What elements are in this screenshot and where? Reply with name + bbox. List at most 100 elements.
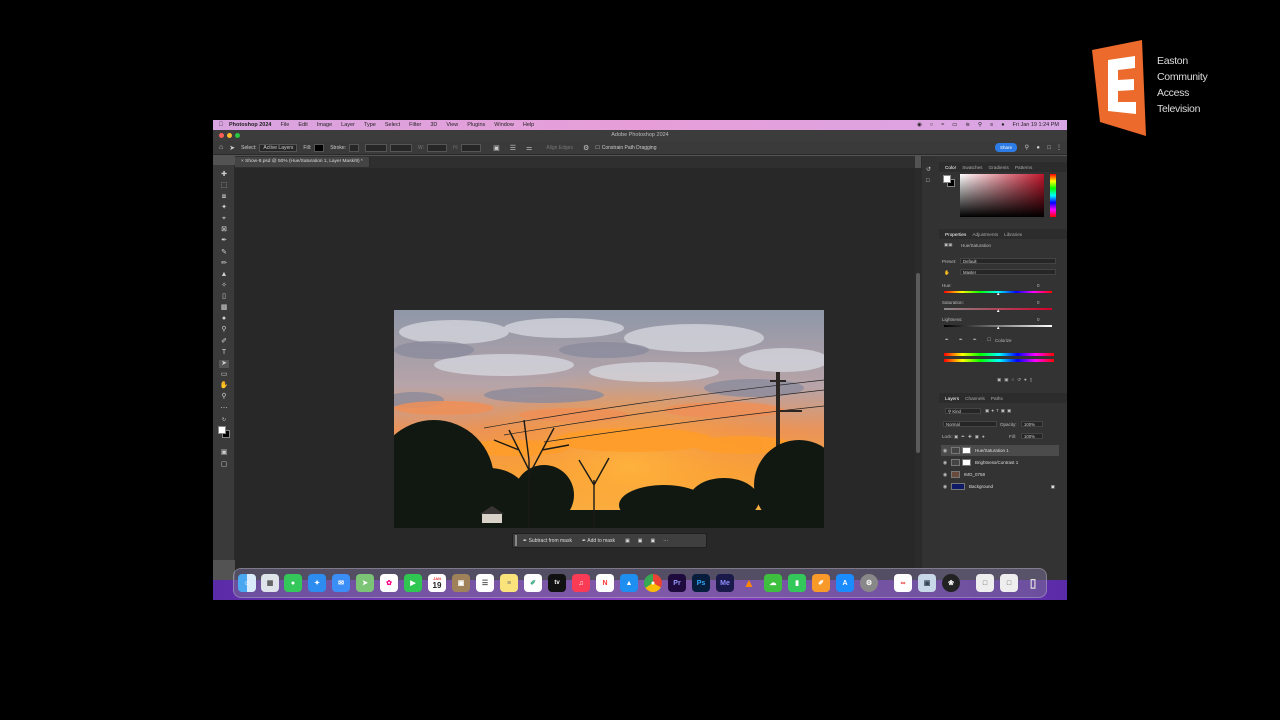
healing-brush-tool-icon[interactable]: ✎ [219,249,229,257]
layer-mask-thumbnail[interactable] [962,447,971,454]
workspace-icon[interactable]: □ [1047,145,1051,151]
minimize-button[interactable] [227,133,232,138]
saturation-value[interactable]: 0 [1037,300,1040,305]
media-encoder-icon[interactable]: Me [716,574,734,592]
invert-mask-icon[interactable]: ▣ [625,538,630,544]
news-icon[interactable]: N [596,574,614,592]
menu-image[interactable]: Image [317,122,332,128]
colorize-checkbox[interactable]: ☐ [987,337,991,343]
preview-icon[interactable]: ▣ [918,574,936,592]
learn-icon[interactable]: ● [1036,145,1040,151]
hue-value[interactable]: 0 [1037,283,1040,288]
downloads-stack-icon[interactable]: □ [976,574,994,592]
photos-icon[interactable]: ✿ [380,574,398,592]
cloud-app-icon[interactable]: ☁ [764,574,782,592]
visibility-eye-icon[interactable]: ◉ [941,448,949,454]
type-tool-icon[interactable]: T [219,349,229,357]
fill-field[interactable]: 100% [1021,433,1043,439]
menu-3d[interactable]: 3D [430,122,437,128]
stroke-type-dropdown[interactable] [390,143,413,152]
gradient-tool-icon[interactable]: ▩ [219,304,229,312]
panel-menu-icon[interactable]: ⋮ [1056,144,1062,151]
eyedropper-minus-icon[interactable]: ✒ [973,337,977,343]
menu-filter[interactable]: Filter [409,122,421,128]
menu-window[interactable]: Window [494,122,514,128]
menu-edit[interactable]: Edit [298,122,307,128]
tab-adjustments[interactable]: Adjustments [972,232,998,237]
more-options-button[interactable]: ··· [663,538,668,544]
wifi-icon[interactable]: ≋ [965,122,970,128]
tab-properties[interactable]: Properties [945,232,966,237]
delete-mask-icon[interactable]: ▣ [651,538,656,544]
history-brush-tool-icon[interactable]: ✧ [219,282,229,290]
facetime-icon[interactable]: ▶ [404,574,422,592]
saturation-slider-handle[interactable]: ▲ [996,308,1000,313]
layer-row-hue-saturation[interactable]: ◉ Hue/Saturation 1 [941,445,1059,456]
clone-stamp-tool-icon[interactable]: ▲ [219,271,229,279]
close-button[interactable] [219,133,224,138]
zoom-button[interactable] [235,133,240,138]
calendar-icon[interactable]: JAN 19 [428,574,446,592]
reminders-icon[interactable]: ☰ [476,574,494,592]
pen-tool-icon[interactable]: ✐ [219,338,229,346]
messages-icon[interactable]: ● [284,574,302,592]
layer-row-img[interactable]: ◉ IMG_0758 [941,469,1059,480]
layer-filter-dropdown[interactable]: ⚲ Kind [945,408,981,414]
layer-row-background[interactable]: ◉ Background ▣ [941,481,1059,492]
tab-paths[interactable]: Paths [991,396,1003,401]
layer-row-brightness-contrast[interactable]: ◉ Brightness/Contrast 1 [941,457,1059,468]
battery-icon[interactable]: ▭ [952,122,957,128]
maps-icon[interactable]: ➤ [356,574,374,592]
properties-footer-icons[interactable]: ▣▣○↺●▯ [997,377,1035,383]
tab-swatches[interactable]: Swatches [962,165,982,170]
stroke-swatch[interactable] [349,143,360,152]
eyedropper-icon[interactable]: ✒ [945,337,949,343]
crop-tool-icon[interactable]: ⌖ [219,215,229,223]
premiere-pro-icon[interactable]: Pr [668,574,686,592]
music-icon[interactable]: ♫ [572,574,590,592]
record-icon[interactable]: ◉ [917,122,922,128]
eyedropper-tool-icon[interactable]: ✒ [219,237,229,245]
move-tool-icon[interactable]: ✚ [219,171,229,179]
color-field[interactable] [960,174,1044,217]
layer-filter-icons[interactable]: ▣●T▣▣ [985,408,1013,414]
add-to-mask-button[interactable]: ✒ Add to mask [582,538,615,544]
object-select-tool-icon[interactable]: ✦ [219,204,229,212]
mail-icon[interactable]: ✉ [332,574,350,592]
chrome-icon[interactable]: ● [644,574,662,592]
width-field[interactable] [427,143,448,152]
foreground-color-swatch[interactable] [218,426,226,434]
fg-color-chip[interactable] [943,175,951,183]
lock-icons[interactable]: ▣✒✚▣● [954,434,988,440]
settings-icon[interactable]: ⚙ [583,144,589,152]
height-field[interactable] [461,143,482,152]
path-alignment-icon[interactable]: ☰ [510,144,516,152]
menu-layer[interactable]: Layer [341,122,355,128]
siri-icon[interactable]: ● [1001,122,1004,128]
lightness-slider-handle[interactable]: ▲ [996,325,1000,330]
photoshop-icon[interactable]: Ps [692,574,710,592]
align-edges-label[interactable]: Align Edges [546,145,573,151]
screen-mode-icon[interactable]: ▢ [219,461,229,469]
finder-icon[interactable]: ☺ [238,574,256,592]
preset-dropdown[interactable]: Default [960,258,1056,264]
rectangle-tool-icon[interactable]: ▭ [219,371,229,379]
creative-cloud-icon[interactable]: ∞ [894,574,912,592]
menu-app[interactable]: Photoshop 2024 [229,122,271,128]
tab-color[interactable]: Color [945,165,956,170]
folder-icon[interactable]: ▣ [452,574,470,592]
wifi-status-icon[interactable]: ≈ [941,122,944,128]
documents-stack-icon[interactable]: □ [1000,574,1018,592]
path-select-tool-icon[interactable]: ➤ [229,144,235,152]
subtract-from-mask-button[interactable]: ✒ Subtract from mask [523,538,572,544]
stroke-width-field[interactable] [365,143,388,152]
apple-tv-icon[interactable]: tv [548,574,566,592]
keynote-icon[interactable]: ▲ [620,574,638,592]
drag-handle[interactable] [515,535,517,546]
fill-swatch[interactable] [314,143,325,152]
history-panel-icon[interactable]: ↺ [926,166,931,173]
menu-type[interactable]: Type [364,122,376,128]
lightness-value[interactable]: 0 [1037,317,1040,322]
tab-layers[interactable]: Layers [945,396,959,401]
swap-colors-icon[interactable]: ↻ [219,416,229,424]
